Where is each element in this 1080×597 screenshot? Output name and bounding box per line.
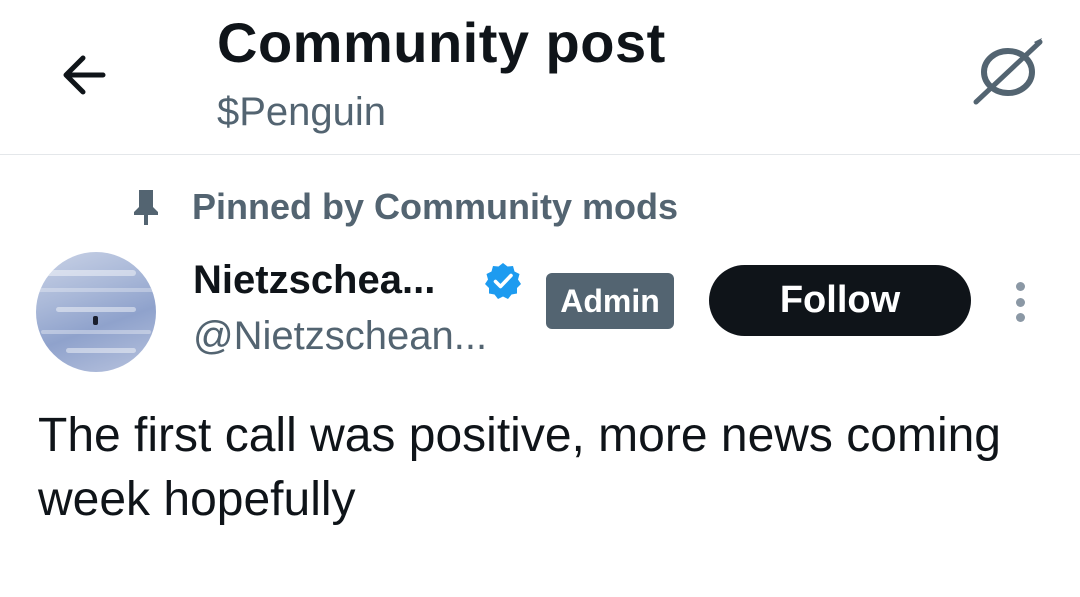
back-button[interactable]: [52, 44, 114, 106]
pin-icon: [126, 184, 166, 230]
avatar[interactable]: [36, 252, 156, 372]
no-grok-icon: [973, 38, 1043, 105]
post-text: The first call was positive, more news c…: [38, 409, 1001, 526]
author-handle[interactable]: @Nietzschean...: [193, 314, 487, 359]
role-badge: Admin: [546, 273, 674, 329]
header-action-button[interactable]: [968, 36, 1048, 108]
vertical-ellipsis-icon: [1015, 282, 1025, 291]
community-name[interactable]: $Penguin: [217, 90, 386, 135]
top-app-bar: Community post $Penguin: [0, 0, 1080, 155]
follow-button[interactable]: Follow: [709, 265, 971, 336]
verified-badge-icon: [485, 263, 521, 299]
pinned-indicator: Pinned by Community mods: [126, 184, 678, 230]
more-options-button[interactable]: [1000, 278, 1040, 326]
arrow-left-icon: [63, 55, 106, 95]
author-name[interactable]: Nietzschea...: [193, 258, 435, 303]
page-title: Community post: [217, 11, 666, 74]
pinned-label: Pinned by Community mods: [192, 186, 679, 227]
